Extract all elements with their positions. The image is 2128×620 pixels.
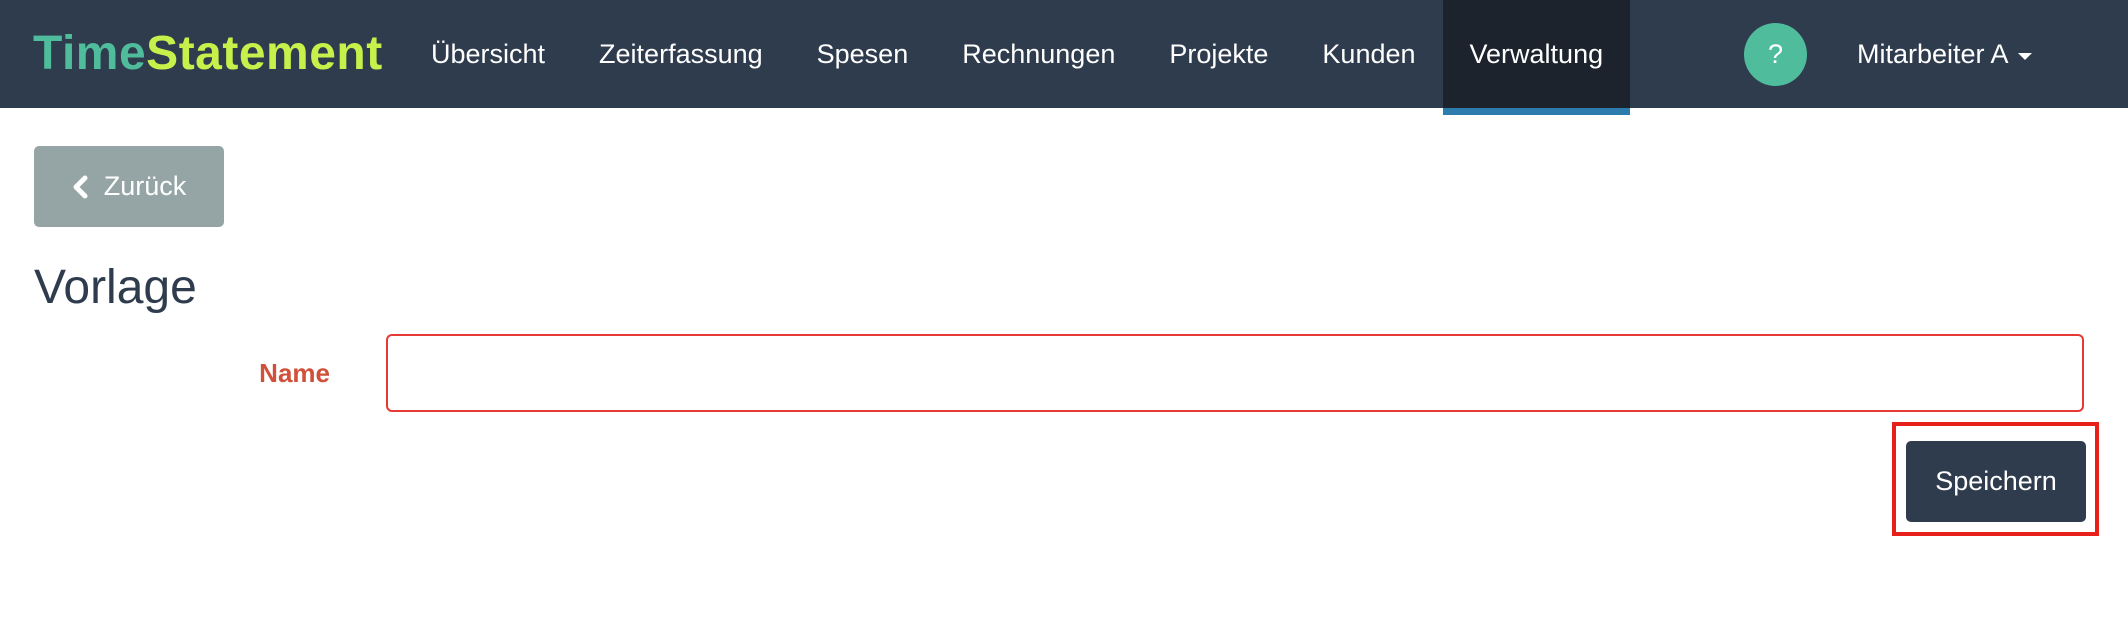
user-menu-label: Mitarbeiter A bbox=[1857, 38, 2009, 69]
nav-item-uebersicht[interactable]: Übersicht bbox=[404, 0, 572, 108]
brand-logo-part1: Time bbox=[33, 27, 147, 80]
nav-item-kunden[interactable]: Kunden bbox=[1295, 0, 1442, 108]
top-navbar: TimeStatement Übersicht Zeiterfassung Sp… bbox=[0, 0, 2128, 115]
brand-logo[interactable]: TimeStatement bbox=[33, 26, 383, 82]
nav-item-verwaltung[interactable]: Verwaltung bbox=[1442, 0, 1631, 115]
user-menu[interactable]: Mitarbeiter A bbox=[1857, 0, 2032, 108]
nav-item-projekte[interactable]: Projekte bbox=[1142, 0, 1295, 108]
name-label: Name bbox=[259, 358, 330, 388]
chevron-left-icon bbox=[73, 175, 88, 198]
name-input[interactable] bbox=[386, 334, 2084, 412]
main-nav: Übersicht Zeiterfassung Spesen Rechnunge… bbox=[404, 0, 1631, 115]
nav-item-spesen[interactable]: Spesen bbox=[790, 0, 936, 108]
caret-down-icon bbox=[2017, 52, 2032, 60]
back-button-label: Zurück bbox=[103, 171, 187, 201]
save-button[interactable]: Speichern bbox=[1906, 441, 2086, 522]
help-button[interactable]: ? bbox=[1744, 23, 1807, 86]
nav-item-rechnungen[interactable]: Rechnungen bbox=[935, 0, 1142, 108]
nav-item-zeiterfassung[interactable]: Zeiterfassung bbox=[572, 0, 790, 108]
page-title: Vorlage bbox=[34, 261, 197, 314]
back-button[interactable]: Zurück bbox=[34, 146, 224, 227]
brand-logo-part2: Statement bbox=[146, 27, 383, 80]
